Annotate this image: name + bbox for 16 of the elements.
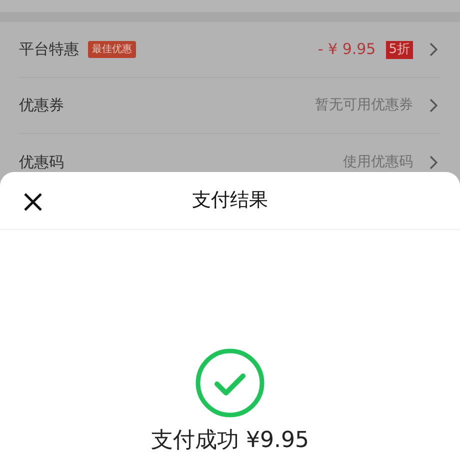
best-offer-badge: 最佳优惠 — [88, 41, 136, 58]
row-label: 优惠券 — [19, 95, 64, 116]
discount-amount: - ¥ 9.95 — [318, 39, 376, 60]
discount-tag: 5折 — [386, 40, 413, 58]
success-check-icon — [195, 348, 265, 418]
close-button[interactable] — [22, 191, 44, 213]
row-label: 优惠码 — [19, 152, 64, 173]
row-label: 平台特惠 — [19, 39, 79, 60]
sheet-title: 支付结果 — [192, 188, 268, 214]
chevron-right-icon[interactable] — [429, 154, 438, 170]
row-value: 使用优惠码 — [343, 152, 413, 172]
row-value: 暂无可用优惠券 — [315, 96, 413, 115]
close-icon — [23, 192, 43, 212]
chevron-right-icon[interactable] — [429, 98, 438, 113]
payment-result-text: 支付成功 ¥9.95 — [151, 428, 309, 454]
chevron-right-icon[interactable] — [429, 42, 438, 57]
